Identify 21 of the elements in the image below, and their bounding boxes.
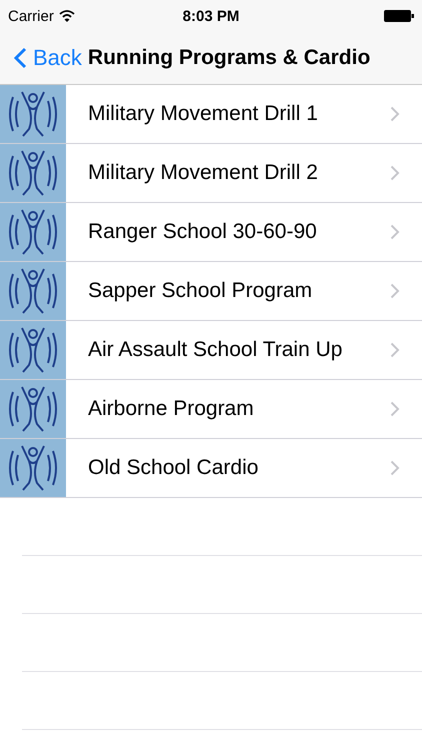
status-time: 8:03 PM [182,8,240,24]
screen-title: Running Programs & Cardio [88,46,370,70]
program-row[interactable]: Military Movement Drill 2 [0,144,422,203]
back-chevron-icon [14,47,27,69]
battery-icon [384,10,414,22]
back-button[interactable]: Back [14,45,82,71]
chevron-icon [390,342,400,358]
program-row[interactable]: Sapper School Program [0,262,422,321]
chevron-icon [390,106,400,122]
chevron-icon [390,460,400,476]
wifi-icon [58,10,75,22]
chevron-icon [390,401,400,417]
chevron-icon [390,165,400,181]
chevron-icon [390,224,400,240]
chevron-icon [390,283,400,299]
program-row[interactable]: Air Assault School Train Up [0,321,422,380]
program-row[interactable]: Old School Cardio [0,439,422,498]
program-row[interactable]: Ranger School 30-60-90 [0,203,422,262]
program-row[interactable]: Military Movement Drill 1 [0,85,422,144]
carrier-name: Carrier [8,8,54,24]
program-row[interactable]: Airborne Program [0,380,422,439]
